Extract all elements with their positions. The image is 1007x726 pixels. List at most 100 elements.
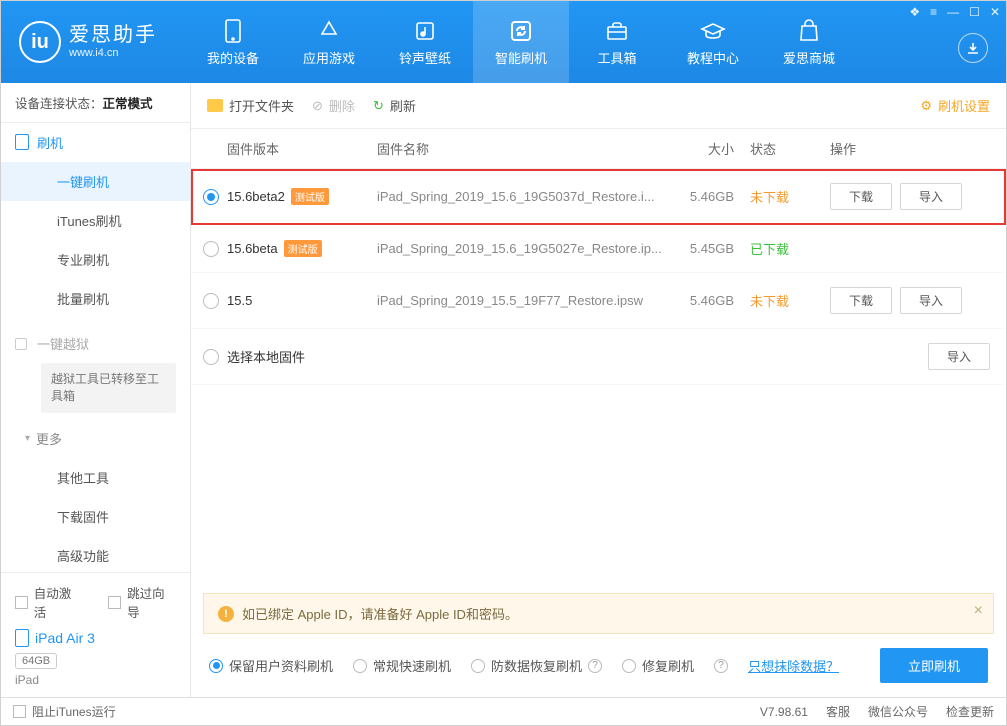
firmware-row[interactable]: 15.6beta2 测试版 iPad_Spring_2019_15.6_19G50… — [191, 169, 1006, 225]
app-header: iu 爱思助手 www.i4.cn 我的设备 应用游戏 铃声壁纸 智能刷机 工具… — [1, 1, 1006, 83]
firmware-rows: 15.6beta2 测试版 iPad_Spring_2019_15.6_19G50… — [191, 169, 1006, 593]
table-header: 固件版本 固件名称 大小 状态 操作 — [191, 129, 1006, 169]
beta-badge: 测试版 — [291, 188, 329, 205]
folder-icon — [207, 99, 223, 112]
tab-ringtones[interactable]: 铃声壁纸 — [377, 1, 473, 83]
import-button[interactable]: 导入 — [900, 287, 962, 314]
ipad-icon — [15, 629, 29, 647]
help-icon[interactable]: ? — [588, 659, 602, 673]
menu-icon[interactable]: ≡ — [930, 5, 937, 19]
auto-activate-checkbox[interactable] — [15, 596, 28, 609]
firmware-row[interactable]: 15.5 iPad_Spring_2019_15.5_19F77_Restore… — [191, 273, 1006, 329]
device-type: iPad — [15, 673, 176, 687]
th-version: 固件版本 — [227, 139, 377, 158]
tab-store[interactable]: 爱思商城 — [761, 1, 857, 83]
auto-activate-label: 自动激活 — [34, 583, 83, 621]
row-radio[interactable] — [203, 293, 219, 309]
tab-tutorial[interactable]: 教程中心 — [665, 1, 761, 83]
logo-block: iu 爱思助手 www.i4.cn — [1, 21, 175, 63]
delete-button[interactable]: ⊘删除 — [312, 96, 355, 115]
tab-flash[interactable]: 智能刷机 — [473, 1, 569, 83]
fw-status: 已下载 — [750, 239, 830, 258]
statusbar: 阻止iTunes运行 V7.98.61 客服 微信公众号 检查更新 — [1, 697, 1006, 725]
open-folder-button[interactable]: 打开文件夹 — [207, 96, 294, 115]
erase-only-link[interactable]: 只想抹除数据？ — [748, 656, 839, 675]
download-button[interactable]: 下载 — [830, 287, 892, 314]
tab-toolbox[interactable]: 工具箱 — [569, 1, 665, 83]
opt-anti-recovery[interactable]: 防数据恢复刷机? — [471, 656, 602, 675]
app-title: 爱思助手 — [69, 25, 157, 45]
row-radio[interactable] — [203, 189, 219, 205]
sidebar: 设备连接状态：正常模式 刷机 一键刷机 iTunes刷机 专业刷机 批量刷机 一… — [1, 83, 191, 697]
delete-icon: ⊘ — [312, 98, 323, 114]
sidebar-itunes-flash[interactable]: iTunes刷机 — [1, 201, 190, 240]
sidebar-other-tools[interactable]: 其他工具 — [1, 458, 190, 497]
fw-size: 5.45GB — [670, 241, 750, 256]
opt-repair[interactable]: 修复刷机 — [622, 656, 694, 675]
minimize-icon[interactable]: — — [947, 5, 959, 19]
notice-bar: ! 如已绑定 Apple ID，请准备好 Apple ID和密码。 × — [203, 593, 994, 634]
reload-icon: ↻ — [373, 98, 384, 114]
block-itunes-label: 阻止iTunes运行 — [32, 703, 116, 720]
tab-my-device[interactable]: 我的设备 — [185, 1, 281, 83]
sidebar-bottom: 自动激活 跳过向导 iPad Air 3 64GB iPad — [1, 572, 190, 697]
fw-status: 未下载 — [750, 291, 830, 310]
device-name[interactable]: iPad Air 3 — [15, 629, 176, 647]
block-itunes-checkbox[interactable] — [13, 705, 26, 718]
fw-size: 5.46GB — [670, 293, 750, 308]
main-panel: 打开文件夹 ⊘删除 ↻刷新 ⚙刷机设置 固件版本 固件名称 大小 状态 操作 1… — [191, 83, 1006, 697]
import-button[interactable]: 导入 — [900, 183, 962, 210]
check-update-link[interactable]: 检查更新 — [946, 703, 994, 720]
row-radio[interactable] — [203, 349, 219, 365]
service-link[interactable]: 客服 — [826, 703, 850, 720]
sidebar-advanced[interactable]: 高级功能 — [1, 536, 190, 572]
notice-close-icon[interactable]: × — [974, 602, 983, 620]
import-button[interactable]: 导入 — [928, 343, 990, 370]
tab-apps[interactable]: 应用游戏 — [281, 1, 377, 83]
th-size: 大小 — [670, 139, 750, 158]
fw-version: 15.5 — [227, 293, 252, 308]
toolbar: 打开文件夹 ⊘删除 ↻刷新 ⚙刷机设置 — [191, 83, 1006, 129]
fw-size: 5.46GB — [670, 189, 750, 204]
opt-keep-data[interactable]: 保留用户资料刷机 — [209, 656, 333, 675]
flash-settings-button[interactable]: ⚙刷机设置 — [920, 96, 990, 115]
flash-now-button[interactable]: 立即刷机 — [880, 648, 988, 683]
logo-icon: iu — [19, 21, 61, 63]
th-status: 状态 — [750, 139, 830, 158]
download-button[interactable]: 下载 — [830, 183, 892, 210]
refresh-icon — [508, 18, 534, 44]
fw-version: 15.6beta — [227, 241, 278, 256]
sidebar-download-fw[interactable]: 下载固件 — [1, 497, 190, 536]
sidebar-oneclick-flash[interactable]: 一键刷机 — [1, 162, 190, 201]
sidebar-jailbreak-note: 越狱工具已转移至工具箱 — [41, 363, 176, 413]
sidebar-more[interactable]: 更多 — [1, 419, 190, 458]
refresh-button[interactable]: ↻刷新 — [373, 96, 416, 115]
connection-status: 设备连接状态：正常模式 — [1, 83, 190, 123]
local-firmware-row[interactable]: 选择本地固件 导入 — [191, 329, 1006, 385]
skip-guide-label: 跳过向导 — [127, 583, 176, 621]
maximize-icon[interactable]: ☐ — [969, 5, 980, 19]
sidebar-flash[interactable]: 刷机 — [1, 123, 190, 162]
skip-guide-checkbox[interactable] — [108, 596, 121, 609]
opt-normal-fast[interactable]: 常规快速刷机 — [353, 656, 451, 675]
fw-name: iPad_Spring_2019_15.6_19G5037d_Restore.i… — [377, 189, 670, 204]
sidebar-pro-flash[interactable]: 专业刷机 — [1, 240, 190, 279]
phone-icon — [220, 18, 246, 44]
fw-version: 15.6beta2 — [227, 189, 285, 204]
skin-icon[interactable]: ❖ — [909, 5, 920, 19]
row-radio[interactable] — [203, 241, 219, 257]
fw-name: iPad_Spring_2019_15.5_19F77_Restore.ipsw — [377, 293, 670, 308]
version-label: V7.98.61 — [760, 705, 808, 719]
download-indicator-icon[interactable] — [958, 33, 988, 63]
firmware-row[interactable]: 15.6beta 测试版 iPad_Spring_2019_15.6_19G502… — [191, 225, 1006, 273]
sidebar-jailbreak: 一键越狱 — [1, 324, 190, 363]
bag-icon — [796, 18, 822, 44]
notice-text: 如已绑定 Apple ID，请准备好 Apple ID和密码。 — [242, 604, 518, 623]
beta-badge: 测试版 — [284, 240, 322, 257]
wechat-link[interactable]: 微信公众号 — [868, 703, 928, 720]
help-icon-2[interactable]: ? — [714, 659, 728, 673]
sidebar-batch-flash[interactable]: 批量刷机 — [1, 279, 190, 318]
close-icon[interactable]: ✕ — [990, 5, 1000, 19]
fw-name: iPad_Spring_2019_15.6_19G5027e_Restore.i… — [377, 241, 670, 256]
app-url: www.i4.cn — [69, 47, 157, 59]
